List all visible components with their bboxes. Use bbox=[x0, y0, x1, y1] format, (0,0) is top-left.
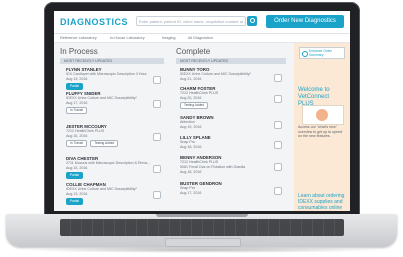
test-date: Aug 19, 2016 bbox=[66, 77, 88, 81]
status-badge: Testing Added bbox=[180, 102, 209, 109]
laptop-shadow bbox=[20, 247, 383, 253]
app-screen: DIAGNOSTICS Enter patient, patient ID, c… bbox=[54, 11, 350, 211]
laptop-keyboard bbox=[60, 219, 344, 236]
list-item[interactable]: DIVA CHESTER 2711 Mucous with Microscopi… bbox=[66, 156, 156, 179]
row-checkbox[interactable] bbox=[274, 163, 282, 171]
row-checkbox[interactable] bbox=[153, 165, 161, 173]
list-item[interactable]: FLUFFY SNIDER IDEXX Urine Culture and MI… bbox=[66, 91, 156, 114]
row-checkbox[interactable] bbox=[274, 74, 282, 82]
welcome-body: Access our "what's new" overview to get … bbox=[298, 125, 342, 138]
test-date: Aug 16, 2016 bbox=[66, 134, 88, 138]
test-date: Aug 17, 2016 bbox=[66, 101, 88, 105]
sub-navigation: Reference Laboratory In-House Laboratory… bbox=[54, 34, 350, 43]
in-process-sort-bar[interactable]: MOST RECENTLY UPDATED bbox=[60, 58, 164, 64]
status-badge: Partial bbox=[66, 198, 84, 205]
list-item[interactable]: CHARM FOSTER 7212 HealthChek PLUS Aug 20… bbox=[180, 86, 276, 109]
laptop-trackpad bbox=[165, 238, 241, 247]
test-date: Aug 18, 2016 bbox=[180, 170, 202, 174]
row-checkbox[interactable] bbox=[153, 76, 161, 84]
subnav-all-diagnostics[interactable]: All Diagnostics bbox=[188, 36, 213, 40]
list-item[interactable]: BUNNY TORO IDEXX Urine Culture and MIC S… bbox=[180, 67, 276, 82]
supplies-promo-link[interactable]: Learn about ordering IDEXX supplies and … bbox=[298, 193, 346, 211]
in-process-title: In Process bbox=[60, 47, 98, 56]
announcement-link[interactable]: Enhance Order Summary bbox=[299, 47, 345, 59]
status-badge: Partial bbox=[66, 172, 84, 179]
status-badge: Partial bbox=[66, 83, 84, 90]
subnav-in-house-lab[interactable]: In-House Laboratory bbox=[110, 36, 145, 40]
status-badge: In Transit bbox=[66, 140, 88, 147]
list-item[interactable]: BUSTER GENDRON Snap Pro Aug 17, 2016 bbox=[180, 181, 276, 196]
complete-title: Complete bbox=[176, 47, 211, 56]
test-date: Aug 19, 2016 bbox=[180, 125, 202, 129]
test-date: Aug 18, 2016 bbox=[180, 145, 202, 149]
test-date: Aug 21, 2016 bbox=[180, 77, 202, 81]
status-badge: In Transit bbox=[66, 107, 88, 114]
promo-sidebar: Enhance Order Summary Welcome to VetConn… bbox=[294, 43, 350, 211]
row-checkbox[interactable] bbox=[274, 187, 282, 195]
app-header: DIAGNOSTICS Enter patient, patient ID, c… bbox=[54, 11, 350, 34]
list-item[interactable]: JESTER MCCOURY 7212 HealthChek PLUS Aug … bbox=[66, 124, 156, 147]
row-checkbox[interactable] bbox=[153, 133, 161, 141]
row-checkbox[interactable] bbox=[274, 121, 282, 129]
welcome-illustration bbox=[302, 105, 344, 125]
row-checkbox[interactable] bbox=[274, 141, 282, 149]
search-input[interactable]: Enter patient, patient ID, client name, … bbox=[136, 16, 246, 26]
list-item[interactable]: LILLY SPLANE Snap Pro Aug 18, 2016 bbox=[180, 135, 276, 150]
list-item[interactable]: FLYNN STANLEY IDX Cardiopet with Microsc… bbox=[66, 67, 156, 90]
subnav-reference-lab[interactable]: Reference Laboratory bbox=[60, 36, 97, 40]
test-date: Aug 13, 2016 bbox=[66, 192, 88, 196]
row-checkbox[interactable] bbox=[153, 100, 161, 108]
list-item[interactable]: COLLIE CHAPMAN IDEXX Urine Culture and M… bbox=[66, 182, 156, 205]
test-date: Aug 17, 2016 bbox=[180, 191, 202, 195]
test-date: Aug 20, 2016 bbox=[180, 96, 202, 100]
complete-sort-bar[interactable]: MOST RECENTLY UPDATED bbox=[176, 58, 286, 64]
search-icon[interactable] bbox=[247, 16, 257, 26]
laptop-hinge bbox=[156, 214, 248, 217]
test-date: Aug 15, 2016 bbox=[66, 166, 88, 170]
app-logo[interactable]: DIAGNOSTICS bbox=[60, 17, 128, 27]
order-new-diagnostics-button[interactable]: Order New Diagnostics bbox=[266, 15, 344, 28]
list-item[interactable]: SANDY BROWN Ablection Aug 19, 2016 bbox=[180, 115, 276, 130]
row-checkbox[interactable] bbox=[274, 95, 282, 103]
status-badge: Testing Added bbox=[90, 140, 119, 147]
row-checkbox[interactable] bbox=[153, 191, 161, 199]
subnav-imaging[interactable]: Imaging bbox=[162, 36, 176, 40]
list-item[interactable]: BENNY ANDERSON 7212 HealthChek PLUS 5081… bbox=[180, 155, 276, 175]
